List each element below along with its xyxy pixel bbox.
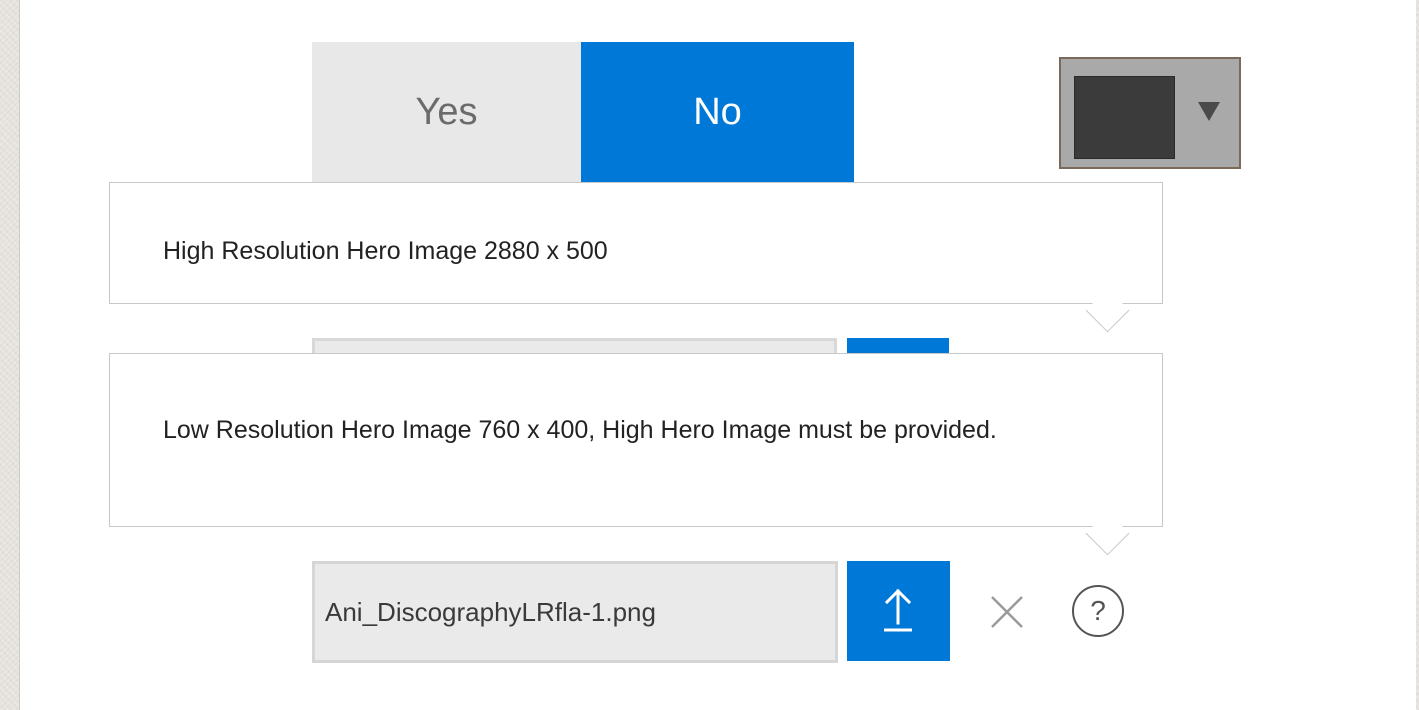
low-res-file-field[interactable]: Ani_DiscographyLRfla-1.png	[312, 561, 838, 663]
low-res-tooltip-text: Low Resolution Hero Image 760 x 400, Hig…	[163, 416, 997, 444]
low-res-tooltip: Low Resolution Hero Image 760 x 400, Hig…	[109, 353, 1163, 556]
close-icon	[991, 596, 1023, 628]
toggle-yes-label: Yes	[415, 90, 478, 133]
remove-file-button[interactable]	[980, 585, 1034, 639]
toggle-no-label: No	[693, 90, 742, 133]
filename-text: Ani_DiscographyLRfla-1.png	[325, 596, 656, 627]
color-picker-dropdown[interactable]	[1059, 57, 1241, 169]
help-label: ?	[1090, 595, 1106, 626]
chevron-down-icon	[1198, 102, 1220, 121]
toggle-no-button[interactable]: No	[581, 42, 854, 182]
high-res-tooltip: High Resolution Hero Image 2880 x 500	[109, 182, 1163, 333]
upload-button[interactable]	[847, 561, 950, 661]
color-swatch	[1074, 76, 1175, 159]
help-icon[interactable]: ?	[1072, 585, 1124, 637]
high-res-tooltip-text: High Resolution Hero Image 2880 x 500	[163, 237, 608, 265]
upload-arrow-icon	[884, 588, 912, 632]
toggle-yes-button[interactable]: Yes	[312, 42, 581, 182]
